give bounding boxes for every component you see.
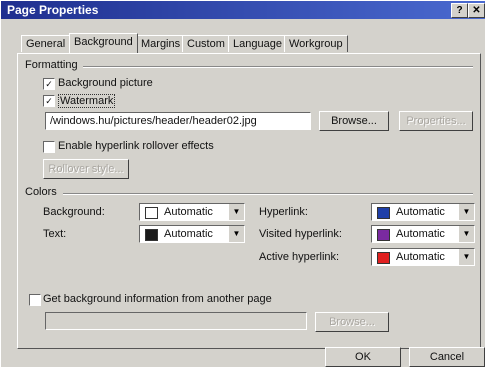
watermark-checkbox[interactable]: ✓ (43, 95, 55, 107)
hyperlink-rollover-checkbox[interactable] (43, 141, 55, 153)
tab-language[interactable]: Language (228, 35, 287, 52)
text-color-value: Automatic (164, 228, 213, 240)
tab-custom[interactable]: Custom (182, 35, 230, 52)
active-hyperlink-color-value: Automatic (396, 251, 445, 263)
background-picture-checkbox[interactable]: ✓ (43, 78, 55, 90)
get-background-checkbox[interactable] (29, 294, 41, 306)
background-color-label: Background: (43, 206, 105, 218)
background-color-swatch (145, 207, 158, 219)
text-color-label: Text: (43, 228, 67, 240)
tab-background[interactable]: Background (69, 33, 138, 53)
ok-button[interactable]: OK (325, 347, 401, 367)
active-hyperlink-color-label: Active hyperlink: (259, 251, 340, 263)
tab-workgroup[interactable]: Workgroup (284, 35, 348, 52)
hyperlink-color-select[interactable]: Automatic ▼ (371, 203, 475, 221)
background-picture-label: Background picture (58, 77, 153, 89)
chevron-down-icon[interactable]: ▼ (228, 204, 244, 220)
background-color-value: Automatic (164, 206, 213, 218)
text-color-select[interactable]: Automatic ▼ (139, 225, 245, 243)
hyperlink-color-label: Hyperlink: (259, 206, 308, 218)
active-hyperlink-color-swatch (377, 252, 390, 264)
get-background-browse-button[interactable]: Browse... (315, 312, 389, 332)
visited-hyperlink-color-value: Automatic (396, 228, 445, 240)
text-color-swatch (145, 229, 158, 241)
watermark-label: Watermark (58, 94, 116, 108)
hyperlink-color-value: Automatic (396, 206, 445, 218)
formatting-divider (83, 66, 473, 68)
colors-group-label: Colors (25, 186, 57, 198)
close-button[interactable]: ✕ (468, 3, 485, 18)
properties-button[interactable]: Properties... (399, 111, 473, 131)
visited-hyperlink-color-swatch (377, 229, 390, 241)
cancel-button[interactable]: Cancel (409, 347, 485, 367)
title-bar[interactable]: Page Properties ? ✕ (1, 1, 485, 19)
hyperlink-rollover-label: Enable hyperlink rollover effects (58, 140, 214, 152)
background-picture-path-input[interactable]: /windows.hu/pictures/header/header02.jpg (45, 112, 311, 130)
background-color-select[interactable]: Automatic ▼ (139, 203, 245, 221)
visited-hyperlink-color-label: Visited hyperlink: (259, 228, 342, 240)
tab-general[interactable]: General (21, 35, 71, 52)
chevron-down-icon[interactable]: ▼ (458, 226, 474, 242)
chevron-down-icon[interactable]: ▼ (228, 226, 244, 242)
formatting-group-label: Formatting (25, 59, 78, 71)
page-properties-dialog: Page Properties ? ✕ General Background M… (0, 0, 486, 368)
active-hyperlink-color-select[interactable]: Automatic ▼ (371, 248, 475, 266)
visited-hyperlink-color-select[interactable]: Automatic ▼ (371, 225, 475, 243)
get-background-label: Get background information from another … (43, 293, 272, 305)
browse-button[interactable]: Browse... (319, 111, 389, 131)
get-background-page-input[interactable] (45, 312, 307, 330)
chevron-down-icon[interactable]: ▼ (458, 249, 474, 265)
rollover-style-button[interactable]: Rollover style... (43, 159, 129, 179)
colors-divider (63, 193, 473, 195)
tab-margins[interactable]: Margins (136, 35, 186, 52)
help-button[interactable]: ? (451, 3, 468, 18)
window-title: Page Properties (7, 3, 99, 17)
chevron-down-icon[interactable]: ▼ (458, 204, 474, 220)
hyperlink-color-swatch (377, 207, 390, 219)
